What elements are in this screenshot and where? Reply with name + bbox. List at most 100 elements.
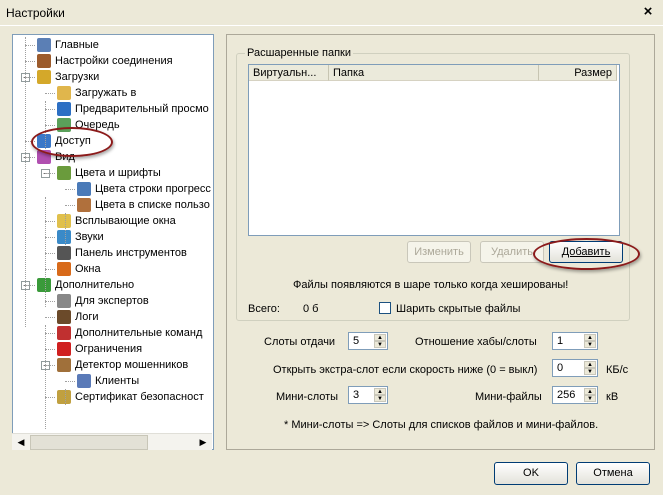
spin-down-icon[interactable]: ▼ [374,395,386,402]
scroll-right-icon[interactable]: ▶ [195,434,211,450]
spin-down-icon[interactable]: ▼ [374,341,386,348]
ok-button[interactable]: OK [494,462,568,485]
tree-guide [45,325,46,429]
shared-folders-list[interactable]: Виртуальн... Папка Размер [248,64,620,236]
tree-connector [65,381,75,382]
extra-slot-label: Открыть экстра-слот если скорость ниже (… [273,364,538,376]
shared-folders-label: Расшаренные папки [245,47,353,59]
mini-files-stepper[interactable]: 256 ▲ ▼ [552,386,598,404]
tree-item-label: Загрузки [55,71,100,83]
tree-item-label: Детектор мошенников [75,359,189,371]
tree-item[interactable]: Загружать в [57,85,136,101]
tree-item[interactable]: Цвета в списке пользо [77,197,210,213]
settings-tree[interactable]: Главные Настройки соединения Загрузки − Загр… [12,34,214,450]
close-icon[interactable]: × [640,4,656,20]
tree-connector [25,45,35,46]
advanced-icon [37,278,51,293]
tree-guide [45,197,46,307]
preview-icon [57,102,71,117]
spin-up-icon[interactable]: ▲ [374,388,386,395]
tree-item[interactable]: Цвета и шрифты [57,165,161,181]
spin-down-icon[interactable]: ▼ [584,341,596,348]
tree-connector [45,397,55,398]
tree-item[interactable]: Предварительный просмо [57,101,209,117]
tree-item-label: Загружать в [75,87,137,99]
tree-item[interactable]: Всплывающие окна [57,213,176,229]
spin-up-icon[interactable]: ▲ [584,361,596,368]
tree-item[interactable]: Дополнительно [37,277,134,293]
progress-colors-icon [77,182,91,197]
tree-item-label: Настройки соединения [55,55,173,67]
limits-icon [57,342,71,357]
detector-icon [57,358,71,373]
hub-ratio-label: Отношение хабы/слоты [415,336,537,348]
tree-item[interactable]: Цвета строки прогресс [77,181,211,197]
sound-icon [57,230,71,245]
tree-item[interactable]: Ограничения [57,341,142,357]
edit-button[interactable]: Изменить [407,241,471,263]
network-icon [37,54,51,69]
total-value: 0 б [303,303,319,315]
tree-item[interactable]: Окна [57,261,101,277]
tree-item[interactable]: Звуки [57,229,104,245]
tree-connector [45,253,55,254]
tree-item-label: Всплывающие окна [75,215,176,227]
tree-connector [25,61,35,62]
tree-item-label: Дополнительные команд [75,327,203,339]
tree-horizontal-scrollbar[interactable]: ◀ ▶ [12,433,212,450]
windows-icon [57,262,71,277]
user-colors-icon [77,198,91,213]
upload-slots-stepper[interactable]: 5 ▲ ▼ [348,332,388,350]
toolbar-icon [57,246,71,261]
tree-item[interactable]: Панель инструментов [57,245,187,261]
users-icon [37,38,51,53]
extra-slot-stepper[interactable]: 0 ▲ ▼ [552,359,598,377]
tree-connector [45,317,55,318]
tree-connector [45,349,55,350]
tree-item-label: Главные [55,39,99,51]
commands-icon [57,326,71,341]
upload-slots-value: 5 [353,335,360,347]
mini-files-unit: кВ [606,391,619,403]
tree-item[interactable]: Детектор мошенников [57,357,188,373]
tree-item-label: Панель инструментов [75,247,187,259]
tree-item[interactable]: Клиенты [77,373,139,389]
mini-slots-stepper[interactable]: 3 ▲ ▼ [348,386,388,404]
tree-item[interactable]: Загрузки [37,69,99,85]
column-folder[interactable]: Папка [329,65,539,81]
title-bar [0,0,663,26]
spin-up-icon[interactable]: ▲ [374,334,386,341]
folder-download-icon [57,86,71,101]
hub-ratio-stepper[interactable]: 1 ▲ ▼ [552,332,598,350]
tree-connector [45,93,55,94]
hub-ratio-value: 1 [557,335,564,347]
tree-item[interactable]: Настройки соединения [37,53,173,69]
tree-item[interactable]: Логи [57,309,99,325]
tree-item-label: Клиенты [95,375,140,387]
column-size[interactable]: Размер [539,65,617,81]
highlight-ellipse-add [533,238,640,270]
tree-item-label: Для экспертов [75,295,149,307]
cancel-button[interactable]: Отмена [576,462,650,485]
tree-connector [45,365,55,366]
spin-down-icon[interactable]: ▼ [584,395,596,402]
tree-item-label: Логи [75,311,99,323]
tree-item[interactable]: Дополнительные команд [57,325,202,341]
tree-item[interactable]: Для экспертов [57,293,149,309]
tree-connector [25,157,35,158]
share-hidden-label: Шарить скрытые файлы [396,303,521,315]
share-hidden-checkbox[interactable] [379,302,391,314]
logs-icon [57,310,71,325]
spin-down-icon[interactable]: ▼ [584,368,596,375]
tree-item[interactable]: Главные [37,37,99,53]
mini-slots-label: Мини-слоты [276,391,339,403]
tree-item[interactable]: Сертификат безопасност [57,389,204,405]
tree-connector [45,333,55,334]
scroll-thumb[interactable] [30,435,148,450]
tree-item-label: Ограничения [75,343,143,355]
spin-up-icon[interactable]: ▲ [584,334,596,341]
scroll-left-icon[interactable]: ◀ [13,434,29,450]
spin-up-icon[interactable]: ▲ [584,388,596,395]
column-virtual[interactable]: Виртуальн... [249,65,329,81]
tree-guide [25,37,26,327]
